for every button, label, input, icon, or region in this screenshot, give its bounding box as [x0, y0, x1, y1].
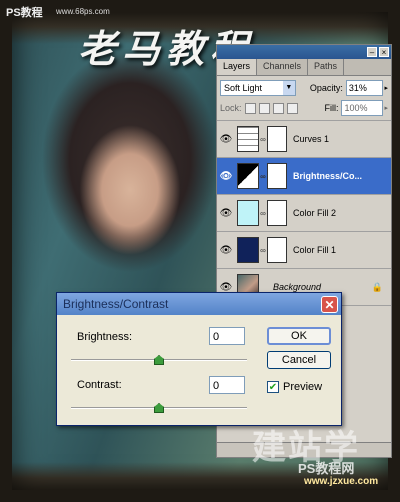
blend-row: Soft Light ▼ Opacity: 31% ▸	[217, 76, 391, 98]
eye-icon[interactable]: 👁	[217, 282, 235, 293]
ok-button[interactable]: OK	[267, 327, 331, 345]
layer-name: Color Fill 1	[293, 245, 337, 255]
tab-channels[interactable]: Channels	[257, 59, 309, 75]
brightness-contrast-dialog: Brightness/Contrast ✕ Brightness: 0 Cont…	[56, 292, 342, 426]
blend-mode-select[interactable]: Soft Light ▼	[220, 80, 296, 96]
watermark-url: www.jzxue.com	[304, 476, 379, 487]
lock-row: Lock: Fill: 100% ▸	[217, 98, 391, 121]
color-fill-thumbnail	[237, 200, 259, 226]
contrast-label: Contrast:	[77, 379, 122, 391]
cancel-button[interactable]: Cancel	[267, 351, 331, 369]
checkmark-icon: ✔	[268, 382, 278, 393]
lock-transparent-icon[interactable]	[244, 102, 256, 114]
lock-all-icon[interactable]	[286, 102, 298, 114]
opacity-label: Opacity:	[309, 83, 343, 93]
tab-paths[interactable]: Paths	[308, 59, 345, 75]
color-fill-thumbnail	[237, 237, 259, 263]
lock-icon: 🔒	[371, 281, 383, 292]
contrast-slider-thumb[interactable]	[154, 403, 164, 413]
brightness-slider-thumb[interactable]	[154, 355, 164, 365]
corner-logo: PS教程	[6, 7, 43, 19]
watermark-small: PS教程网	[298, 461, 355, 476]
link-icon[interactable]: ∞	[259, 246, 267, 255]
link-icon[interactable]: ∞	[259, 135, 267, 144]
eye-icon[interactable]: 👁	[217, 245, 235, 256]
close-panel-button[interactable]: ×	[379, 47, 389, 57]
layer-row[interactable]: 👁 ∞ Curves 1	[217, 121, 391, 158]
preview-checkbox[interactable]: ✔	[267, 381, 279, 393]
fill-arrow-icon[interactable]: ▸	[384, 104, 388, 112]
brightness-thumbnail	[237, 163, 259, 189]
opacity-input[interactable]: 31%	[345, 80, 384, 96]
tab-layers[interactable]: Layers	[217, 59, 258, 75]
minimize-button[interactable]: –	[367, 47, 377, 57]
layer-row-selected[interactable]: 👁 ∞ Brightness/Co...	[217, 158, 391, 195]
layer-mask-thumbnail	[267, 126, 287, 152]
link-icon[interactable]: ∞	[259, 209, 267, 218]
contrast-input[interactable]: 0	[209, 376, 245, 394]
lock-move-icon[interactable]	[272, 102, 284, 114]
close-icon[interactable]: ✕	[321, 296, 338, 313]
blend-mode-value: Soft Light	[224, 83, 263, 93]
layer-name: Curves 1	[293, 134, 330, 144]
lock-paint-icon[interactable]	[258, 102, 270, 114]
panel-titlebar: – ×	[217, 45, 391, 59]
layer-mask-thumbnail	[267, 163, 287, 189]
layer-mask-thumbnail	[267, 200, 287, 226]
layer-name: Color Fill 2	[293, 208, 337, 218]
dialog-title: Brightness/Contrast	[57, 293, 341, 315]
panel-tabs: Layers Channels Paths	[217, 59, 391, 76]
fill-input[interactable]: 100%	[341, 100, 384, 116]
layer-row[interactable]: 👁 ∞ Color Fill 1	[217, 232, 391, 269]
opacity-arrow-icon[interactable]: ▸	[384, 84, 388, 92]
layer-name: Brightness/Co...	[293, 171, 363, 181]
brightness-label: Brightness:	[77, 331, 133, 343]
eye-icon[interactable]: 👁	[217, 208, 235, 219]
layer-mask-thumbnail	[267, 237, 287, 263]
curves-thumbnail	[237, 126, 259, 152]
layer-name: Background	[273, 282, 322, 292]
layer-row[interactable]: 👁 ∞ Color Fill 2	[217, 195, 391, 232]
corner-url: www.68ps.com	[56, 7, 110, 16]
eye-icon[interactable]: 👁	[217, 134, 235, 145]
fill-label: Fill:	[324, 103, 339, 113]
brightness-input[interactable]: 0	[209, 327, 245, 345]
eye-icon[interactable]: 👁	[217, 171, 235, 182]
link-icon[interactable]: ∞	[259, 172, 267, 181]
preview-label: Preview	[283, 381, 323, 393]
lock-label: Lock:	[220, 103, 242, 113]
chevron-down-icon: ▼	[282, 81, 295, 95]
